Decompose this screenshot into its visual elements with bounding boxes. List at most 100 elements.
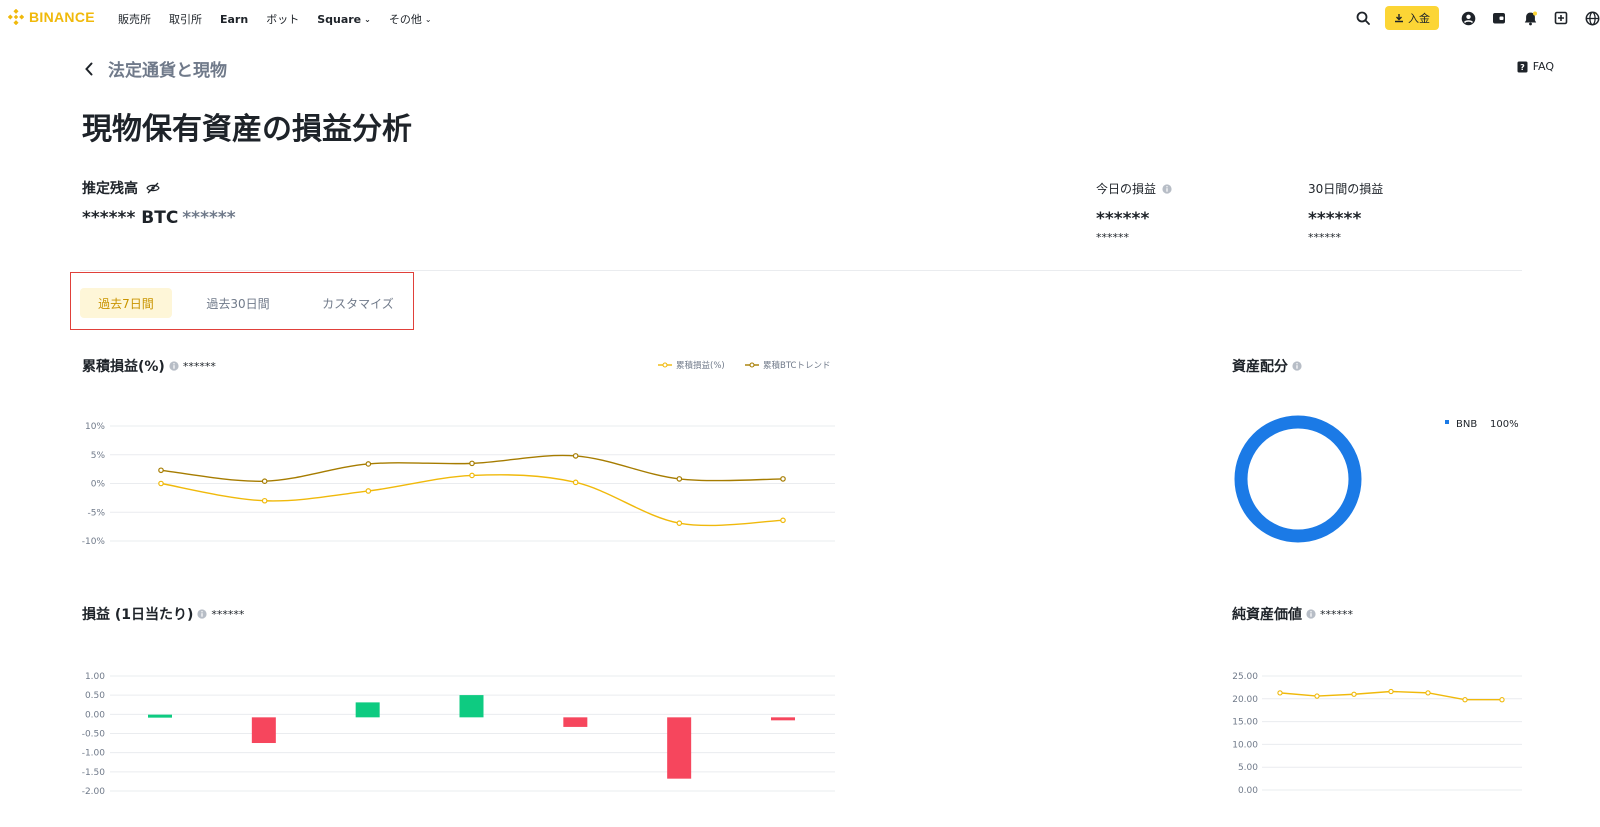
- legend-label: 累積損益(%): [676, 360, 725, 371]
- info-icon[interactable]: [197, 609, 208, 619]
- data-point: [572, 453, 579, 459]
- data-point: [1388, 688, 1394, 695]
- today-pnl: 今日の損益 ****** ******: [1096, 180, 1172, 244]
- top-navigation: BINANCE 販売所 取引所 Earn ボット Square ⌄ その他 ⌄ 入金: [0, 0, 1600, 36]
- legend-marker: [749, 362, 755, 368]
- data-point: [1425, 690, 1431, 696]
- today-pnl-value: ******: [1096, 209, 1150, 229]
- data-point: [365, 461, 372, 467]
- legend-label: 累積BTCトレンド: [763, 360, 830, 371]
- info-icon[interactable]: [1162, 183, 1172, 194]
- data-point: [676, 476, 683, 482]
- y-tick-label: -5%: [87, 508, 105, 518]
- user-icon[interactable]: [1460, 10, 1476, 26]
- bar: [251, 717, 276, 744]
- bell-icon[interactable]: [1522, 10, 1538, 26]
- data-point: [780, 517, 786, 524]
- legend-marker: [1445, 420, 1449, 424]
- bar: [771, 717, 795, 721]
- asset-allocation-title: 資産配分: [1232, 356, 1302, 376]
- search-icon[interactable]: [1355, 10, 1371, 26]
- net-asset-value-title-text: 純資産価値: [1232, 607, 1302, 623]
- nav-item[interactable]: Earn: [220, 11, 248, 27]
- data-point: [780, 476, 786, 482]
- data-point: [572, 479, 579, 486]
- y-tick-label: 25.00: [1232, 672, 1258, 682]
- bar: [148, 714, 172, 718]
- y-tick-label: 0%: [91, 480, 106, 490]
- nav-item[interactable]: その他 ⌄: [389, 11, 432, 27]
- data-point: [469, 460, 475, 467]
- data-point: [261, 478, 268, 485]
- balance-sub-value: ******: [182, 208, 236, 228]
- pie-slice: [1234, 415, 1362, 543]
- nav-menu: 販売所 取引所 Earn ボット Square ⌄ その他 ⌄: [118, 11, 450, 27]
- today-pnl-label: 今日の損益: [1096, 182, 1157, 196]
- data-point: [1277, 690, 1283, 696]
- chevron-left-icon[interactable]: [84, 62, 94, 76]
- data-point: [1351, 691, 1357, 697]
- y-tick-label: -10%: [82, 537, 106, 547]
- balance-value: ****** BTC: [82, 208, 179, 228]
- tab-past-30-days[interactable]: 過去30日間: [192, 288, 284, 318]
- nav-item-label: その他: [388, 13, 422, 26]
- y-tick-label: -1.50: [82, 768, 106, 778]
- chevron-down-icon: ⌄: [424, 14, 432, 24]
- data-point: [158, 480, 164, 487]
- month-pnl-label: 30日間の損益: [1308, 182, 1384, 196]
- nav-item-label: Earn: [220, 12, 249, 26]
- eye-off-icon[interactable]: [146, 182, 160, 194]
- binance-logo[interactable]: BINANCE: [8, 9, 95, 25]
- tab-customize[interactable]: カスタマイズ: [310, 288, 406, 318]
- y-tick-label: 5%: [91, 451, 106, 461]
- nav-item[interactable]: Square ⌄: [317, 11, 371, 27]
- legend-marker: [662, 362, 668, 368]
- wallet-icon[interactable]: [1491, 10, 1507, 26]
- estimated-balance-label: 推定残高: [82, 178, 160, 198]
- nav-item[interactable]: 取引所: [169, 11, 202, 27]
- asset-allocation-chart: BNB 100%: [1234, 415, 1519, 543]
- y-tick-label: -1.00: [82, 749, 106, 759]
- daily-pnl-mask: ******: [211, 607, 245, 621]
- cumulative-pnl-chart: 10% 5% 0% -5% -10% 累積損益(%) 累積BTCトレンド: [82, 360, 835, 547]
- y-tick-label: 20.00: [1232, 695, 1258, 705]
- nav-item[interactable]: 販売所: [118, 11, 151, 27]
- y-tick-label: -2.00: [82, 787, 106, 797]
- data-point: [1314, 693, 1320, 699]
- legend-label: BNB: [1456, 419, 1477, 430]
- info-icon[interactable]: [1292, 361, 1302, 371]
- y-tick-label: 0.00: [1238, 786, 1258, 796]
- back-title[interactable]: 法定通貨と現物: [108, 56, 227, 81]
- daily-pnl-chart: 1.00 0.50 0.00 -0.50 -1.00 -1.50 -2.00: [82, 672, 835, 797]
- series-line: [160, 474, 784, 527]
- faq-link[interactable]: ? FAQ: [1517, 60, 1554, 73]
- today-pnl-sub: ******: [1096, 231, 1129, 244]
- section-divider: [80, 270, 1522, 271]
- nav-item-label: Square: [317, 12, 362, 26]
- daily-pnl-title: 損益 (1日当たり) ******: [82, 604, 244, 624]
- nav-item-label: ボット: [266, 13, 300, 26]
- globe-icon[interactable]: [1584, 10, 1600, 26]
- data-point: [1462, 697, 1468, 703]
- tab-past-7-days[interactable]: 過去7日間: [80, 288, 172, 318]
- month-pnl-sub: ******: [1308, 231, 1341, 244]
- bar: [667, 717, 692, 779]
- deposit-label: 入金: [1408, 12, 1430, 25]
- nav-item-label: 販売所: [118, 13, 151, 26]
- data-point: [1499, 697, 1505, 703]
- deposit-button[interactable]: 入金: [1385, 6, 1439, 30]
- y-tick-label: 0.00: [85, 710, 105, 720]
- y-tick-label: -0.50: [82, 730, 106, 740]
- binance-logo-icon: [8, 9, 24, 25]
- month-pnl: 30日間の損益 ****** ******: [1308, 180, 1383, 244]
- page-title: 現物保有資産の損益分析: [82, 112, 412, 147]
- download-app-icon[interactable]: [1553, 10, 1569, 26]
- y-tick-label: 10.00: [1232, 740, 1258, 750]
- data-point: [469, 472, 475, 479]
- info-icon[interactable]: [1306, 609, 1316, 619]
- svg-text:?: ?: [1520, 63, 1525, 72]
- brand-name: BINANCE: [29, 9, 95, 25]
- y-tick-label: 15.00: [1232, 718, 1258, 728]
- nav-item[interactable]: ボット: [266, 11, 299, 27]
- breadcrumb: 法定通貨と現物: [84, 56, 227, 81]
